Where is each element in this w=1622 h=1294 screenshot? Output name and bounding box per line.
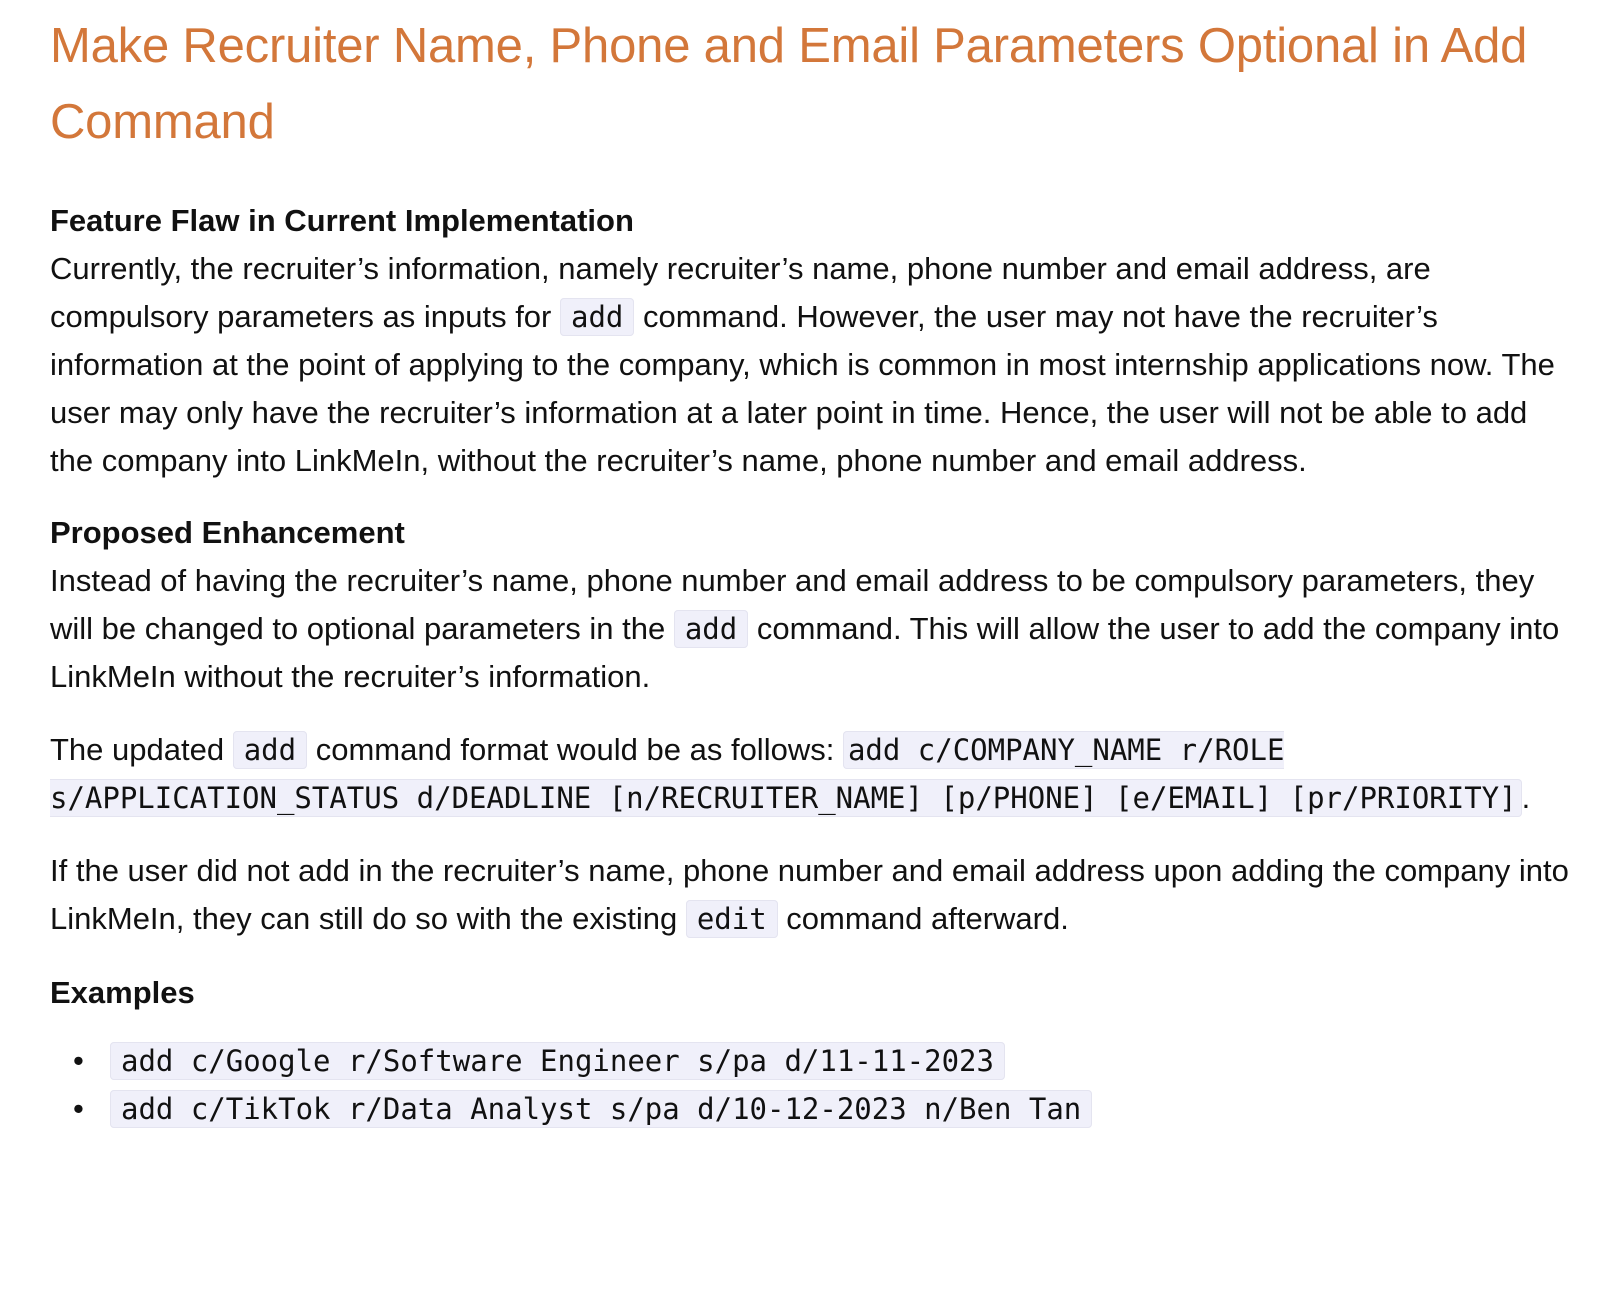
example-code: add c/Google r/Software Engineer s/pa d/…	[110, 1042, 1005, 1080]
paragraph-text: command afterward.	[777, 901, 1069, 936]
paragraph-text: .	[1521, 780, 1531, 815]
edit-command-paragraph: If the user did not add in the recruiter…	[50, 847, 1572, 943]
updated-format-paragraph: The updated add command format would be …	[50, 726, 1572, 822]
inline-code-add: add	[673, 610, 749, 648]
inline-code-edit: edit	[685, 900, 778, 938]
paragraph-text: command format would be as follows:	[307, 732, 843, 767]
section-heading-feature-flaw: Feature Flaw in Current Implementation	[50, 203, 634, 238]
inline-code-add: add	[232, 731, 308, 769]
list-item: • add c/Google r/Software Engineer s/pa d…	[73, 1037, 1572, 1085]
bullet-icon: •	[73, 1043, 84, 1078]
inline-code-add: add	[560, 298, 635, 336]
list-item: • add c/TikTok r/Data Analyst s/pa d/10-1…	[73, 1085, 1572, 1133]
feature-flaw-paragraph: Currently, the recruiter’s information, …	[50, 245, 1572, 485]
example-code: add c/TikTok r/Data Analyst s/pa d/10-12…	[110, 1090, 1093, 1128]
page-title: Make Recruiter Name, Phone and Email Par…	[50, 19, 1528, 149]
paragraph-text: The updated	[50, 732, 233, 767]
document-page: Make Recruiter Name, Phone and Email Par…	[0, 0, 1622, 1133]
section-heading-examples: Examples	[50, 975, 195, 1010]
section-heading-proposed-enhancement: Proposed Enhancement	[50, 515, 405, 550]
examples-list: • add c/Google r/Software Engineer s/pa d…	[50, 1037, 1572, 1133]
bullet-icon: •	[73, 1091, 84, 1126]
proposed-enhancement-paragraph: Instead of having the recruiter’s name, …	[50, 557, 1572, 701]
